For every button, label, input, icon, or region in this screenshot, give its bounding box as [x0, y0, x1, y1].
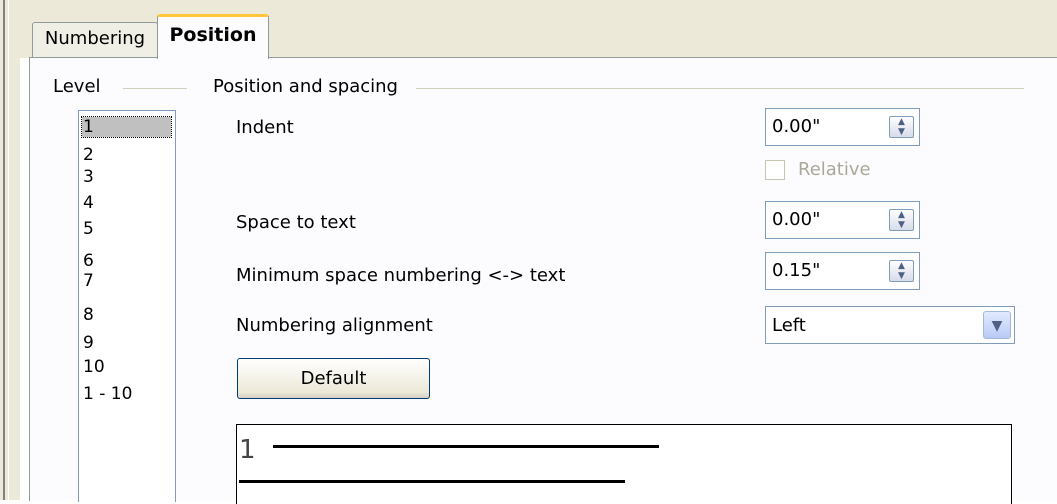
level-group-line [123, 88, 187, 89]
preview-text-line [273, 445, 659, 448]
level-listbox[interactable]: 1 2 3 4 5 6 7 8 9 10 1 - 10 [78, 110, 176, 502]
default-button[interactable]: Default [237, 358, 430, 399]
level-item-4[interactable]: 4 [83, 193, 94, 213]
chevron-down-icon[interactable]: ▼ [983, 311, 1011, 339]
level-item-6[interactable]: 6 [83, 251, 94, 271]
tab-position[interactable]: Position [157, 14, 269, 59]
indent-spinbox[interactable]: 0.00" ▲ ▼ [765, 108, 920, 146]
min-space-spinbox[interactable]: 0.15" ▲ ▼ [765, 252, 920, 290]
numbering-preview: 1 [236, 424, 1012, 504]
position-spacing-group-line [416, 88, 1024, 89]
level-item-1[interactable]: 1 [81, 116, 172, 138]
indent-value[interactable]: 0.00" [772, 116, 820, 137]
relative-label: Relative [798, 159, 871, 180]
numbering-alignment-select[interactable]: Left ▼ [765, 306, 1015, 344]
tab-strip: Numbering Position [20, 0, 1057, 59]
space-to-text-label: Space to text [236, 212, 356, 233]
min-space-value[interactable]: 0.15" [772, 260, 820, 281]
preview-text-line [239, 480, 625, 483]
level-item-8[interactable]: 8 [83, 305, 94, 325]
level-item-7[interactable]: 7 [83, 271, 94, 291]
level-item-all[interactable]: 1 - 10 [83, 384, 132, 404]
preview-number: 1 [239, 435, 256, 465]
level-item-5[interactable]: 5 [83, 219, 94, 239]
numbering-alignment-value[interactable]: Left [772, 315, 806, 336]
level-item-9[interactable]: 9 [83, 333, 94, 353]
min-space-label: Minimum space numbering <-> text [236, 265, 566, 286]
position-spacing-group-title: Position and spacing [213, 76, 398, 97]
space-to-text-value[interactable]: 0.00" [772, 209, 820, 230]
indent-spin-arrows-icon[interactable]: ▲ ▼ [889, 116, 914, 138]
indent-label: Indent [236, 117, 294, 138]
relative-checkbox[interactable] [765, 160, 785, 180]
tab-numbering[interactable]: Numbering [32, 22, 158, 58]
min-space-spin-arrows-icon[interactable]: ▲ ▼ [889, 260, 914, 282]
level-group-title: Level [53, 76, 101, 97]
level-item-3[interactable]: 3 [83, 167, 94, 187]
window-border [0, 0, 20, 500]
level-item-2[interactable]: 2 [83, 145, 94, 165]
level-item-10[interactable]: 10 [83, 357, 105, 377]
space-to-text-spin-arrows-icon[interactable]: ▲ ▼ [889, 209, 914, 231]
numbering-alignment-label: Numbering alignment [236, 315, 433, 336]
space-to-text-spinbox[interactable]: 0.00" ▲ ▼ [765, 201, 920, 239]
